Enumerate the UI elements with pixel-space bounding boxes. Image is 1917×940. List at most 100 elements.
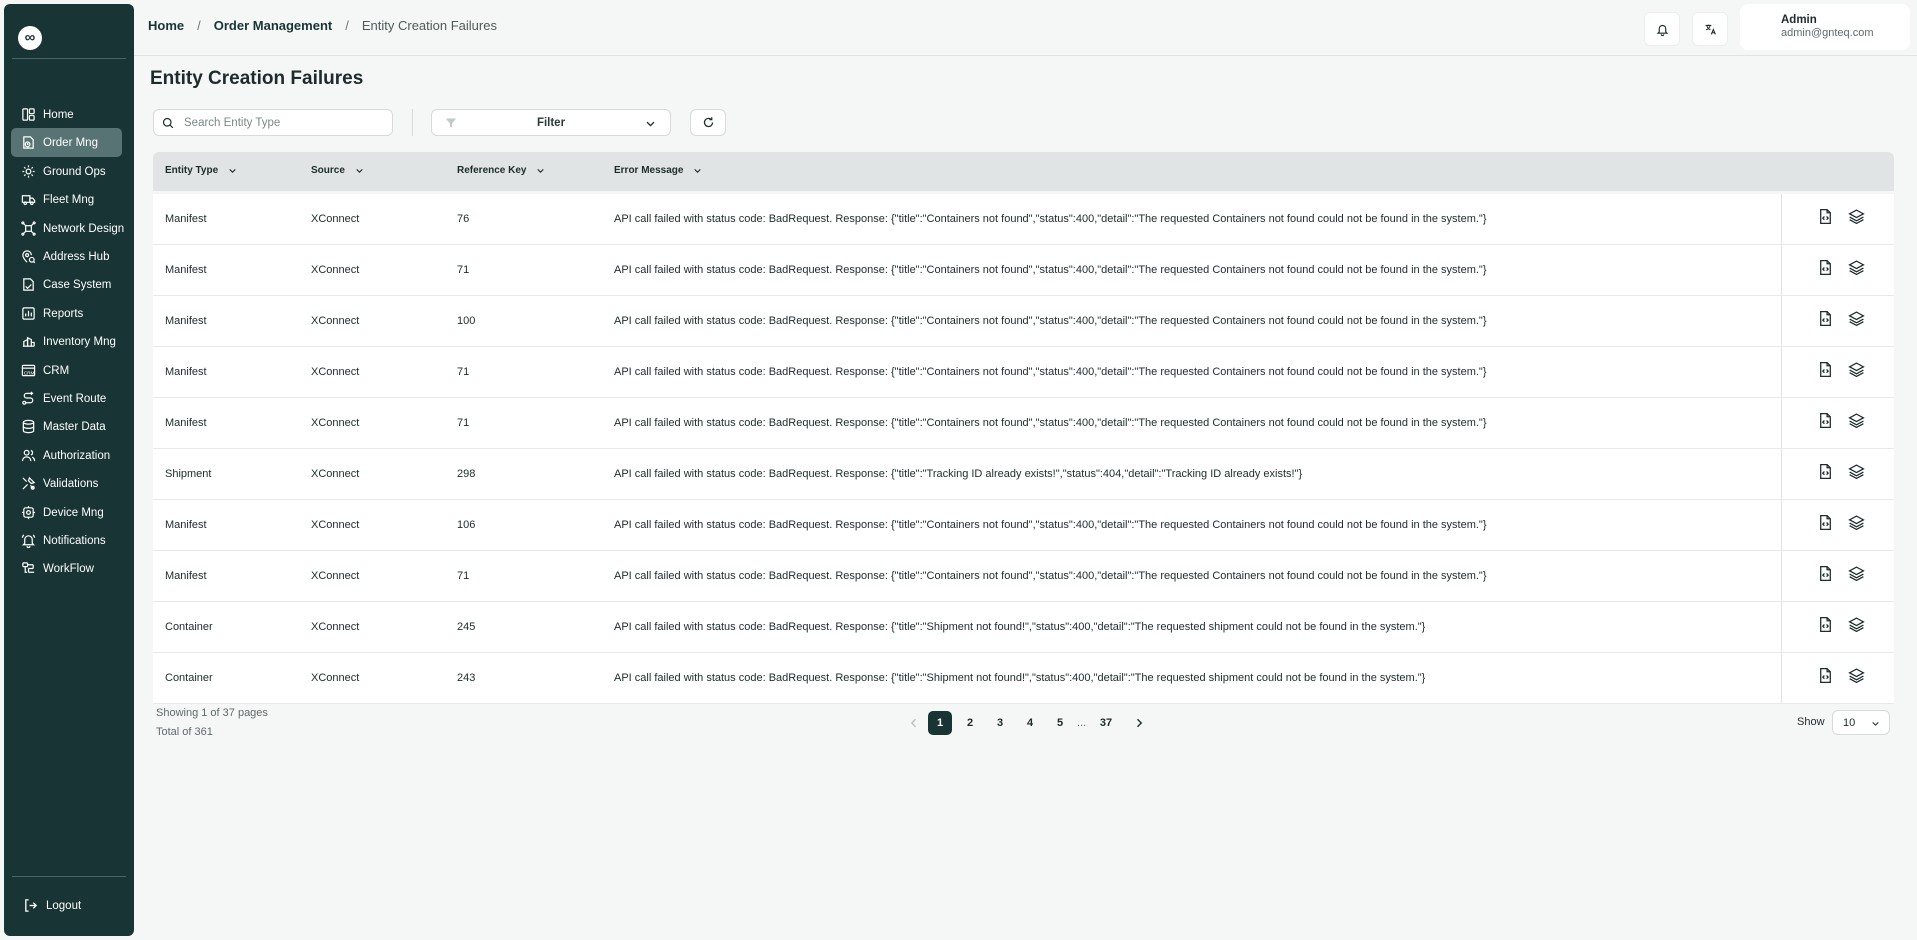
sidebar-divider [12, 58, 126, 59]
view-payload-button[interactable] [1816, 208, 1834, 228]
prev-page-icon[interactable] [908, 717, 920, 729]
filter-dropdown[interactable]: Filter [431, 109, 671, 136]
view-payload-button[interactable] [1816, 667, 1834, 687]
cell-error-message: API call failed with status code: BadReq… [614, 264, 1487, 276]
sidebar-item-authorization[interactable]: Authorization [11, 441, 122, 470]
view-details-button[interactable] [1847, 667, 1865, 689]
view-details-button[interactable] [1847, 260, 1865, 279]
sidebar-item-network-design[interactable]: Network Design [11, 214, 124, 243]
sidebar-item-home[interactable]: Home [11, 100, 122, 129]
view-details-button[interactable] [1847, 209, 1865, 228]
column-header-label: Error Message [614, 165, 684, 176]
page-button-4[interactable]: 4 [1018, 711, 1042, 735]
cell-reference-key: 71 [457, 264, 470, 276]
sidebar-item-order-mng[interactable]: Order Mng [11, 128, 122, 157]
cell-entity-type: Manifest [165, 417, 207, 429]
sidebar-item-notifications[interactable]: Notifications [11, 526, 122, 555]
page-button-1[interactable]: 1 [928, 711, 952, 735]
layers-icon [1847, 667, 1865, 689]
page-size-label: Show [1797, 716, 1825, 728]
breadcrumb-home[interactable]: Home [148, 18, 184, 33]
chevron-down-icon [537, 168, 545, 173]
view-details-button[interactable] [1847, 463, 1865, 485]
user-profile[interactable]: Admin admin@gnteq.com [1740, 4, 1910, 50]
sidebar-item-label: CRM [43, 364, 70, 377]
sidebar-item-device-mng[interactable]: Device Mng [11, 498, 122, 527]
row-actions [1781, 551, 1894, 601]
table-row[interactable]: Manifest XConnect 76 API call failed with s… [153, 194, 1894, 245]
validation-icon [22, 476, 36, 490]
sidebar-item-ground-ops[interactable]: Ground Ops [11, 157, 122, 186]
view-payload-button[interactable] [1816, 565, 1834, 585]
page-button-last[interactable]: 37 [1094, 711, 1118, 735]
table-row[interactable]: Manifest XConnect 106 API call failed with … [153, 500, 1894, 551]
view-payload-button[interactable] [1816, 259, 1834, 279]
notifications-button[interactable] [1644, 12, 1680, 46]
cell-reference-key: 76 [457, 213, 470, 225]
network-icon [21, 221, 36, 236]
cell-source: XConnect [311, 264, 360, 276]
page-button-5[interactable]: 5 [1048, 711, 1072, 735]
refresh-button[interactable] [690, 109, 726, 136]
sidebar-item-case-system[interactable]: Case System [11, 270, 122, 299]
sidebar-item-reports[interactable]: Reports [11, 299, 122, 328]
layers-icon [1847, 463, 1865, 485]
sidebar-item-validations[interactable]: Validations [11, 469, 122, 498]
table-row[interactable]: Manifest XConnect 71 API call failed with s… [153, 347, 1894, 398]
sidebar-item-label: Validations [43, 477, 99, 490]
view-payload-button[interactable] [1816, 616, 1834, 636]
view-payload-button[interactable] [1816, 361, 1834, 381]
view-payload-button[interactable] [1816, 310, 1834, 330]
cell-error-message: API call failed with status code: BadReq… [614, 417, 1487, 429]
pages-info: Showing 1 of 37 pages [156, 707, 268, 719]
column-header-reference-key[interactable]: Reference Key [457, 165, 545, 176]
language-button[interactable] [1692, 12, 1728, 46]
column-header-source[interactable]: Source [311, 165, 364, 176]
app-logo[interactable]: ∞ [18, 26, 42, 50]
bell-icon [21, 534, 36, 548]
sidebar-item-event-route[interactable]: Event Route [11, 384, 122, 413]
layers-icon [1847, 361, 1865, 383]
table-row[interactable]: Container XConnect 245 API call failed with… [153, 602, 1894, 653]
table-row[interactable]: Manifest XConnect 71 API call failed with s… [153, 551, 1894, 602]
sidebar-item-inventory-mng[interactable]: Inventory Mng [11, 327, 122, 356]
view-details-button[interactable] [1847, 311, 1865, 330]
sidebar-item-crm[interactable]: CRM CRM [11, 356, 122, 385]
sidebar-item-master-data[interactable]: Master Data [11, 412, 122, 441]
address-icon [22, 250, 36, 264]
page-size-select[interactable]: 10 [1832, 710, 1890, 735]
breadcrumb-order-management[interactable]: Order Management [214, 18, 332, 33]
sidebar-item-workflow[interactable]: WorkFlow [11, 554, 122, 583]
next-page-icon[interactable] [1133, 717, 1145, 729]
view-payload-button[interactable] [1816, 463, 1834, 483]
sidebar-item-label: Authorization [43, 449, 111, 462]
view-details-button[interactable] [1847, 566, 1865, 585]
inventory-icon [22, 336, 35, 347]
page-button-3[interactable]: 3 [988, 711, 1012, 735]
table-row[interactable]: Shipment XConnect 298 API call failed with … [153, 449, 1894, 500]
column-header-entity-type[interactable]: Entity Type [165, 165, 237, 176]
user-name: Admin [1781, 14, 1817, 26]
page-button-2[interactable]: 2 [958, 711, 982, 735]
failures-table: Entity Type Source Reference Key Error Mess… [153, 152, 1894, 704]
view-details-button[interactable] [1847, 515, 1865, 534]
view-details-button[interactable] [1847, 413, 1865, 432]
table-row[interactable]: Manifest XConnect 100 API call failed with … [153, 296, 1894, 347]
sidebar-item-address-hub[interactable]: Address Hub [11, 242, 122, 271]
search-icon [162, 117, 174, 128]
page-title: Entity Creation Failures [150, 68, 364, 89]
pagination-ellipsis: ... [1077, 717, 1087, 729]
row-actions [1781, 296, 1894, 346]
logout-button[interactable]: Logout [11, 891, 122, 920]
table-row[interactable]: Manifest XConnect 71 API call failed with s… [153, 245, 1894, 296]
column-header-label: Entity Type [165, 165, 219, 176]
view-details-button[interactable] [1847, 361, 1865, 383]
sidebar-item-fleet-mng[interactable]: Fleet Mng [11, 185, 122, 214]
table-row[interactable]: Manifest XConnect 71 API call failed with s… [153, 398, 1894, 449]
table-row[interactable]: Container XConnect 243 API call failed with… [153, 653, 1894, 704]
view-payload-button[interactable] [1816, 514, 1834, 534]
search-input[interactable] [184, 116, 384, 129]
view-payload-button[interactable] [1816, 412, 1834, 432]
column-header-error-message[interactable]: Error Message [614, 165, 702, 176]
view-details-button[interactable] [1847, 617, 1865, 636]
